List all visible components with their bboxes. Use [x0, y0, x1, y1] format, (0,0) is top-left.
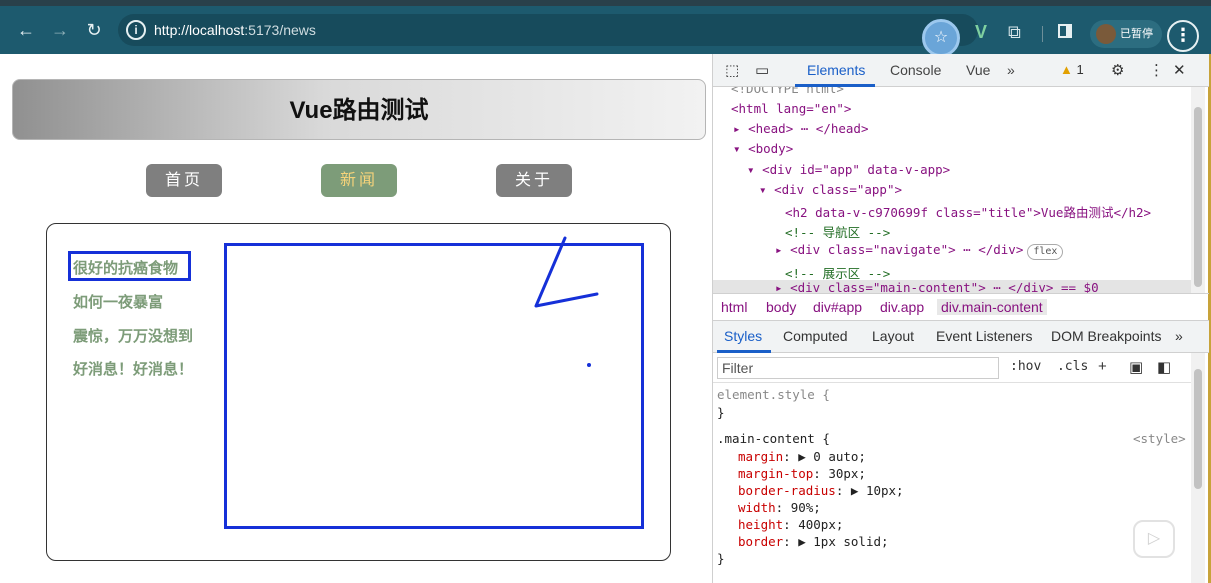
- computed-sidebar-icon[interactable]: ◧: [1157, 358, 1171, 376]
- style-prop-width[interactable]: width: 90%;: [738, 500, 821, 515]
- tab-event-listeners[interactable]: Event Listeners: [936, 328, 1033, 344]
- more-subtabs-button[interactable]: »: [1175, 328, 1183, 344]
- back-icon[interactable]: ←: [14, 18, 38, 42]
- dom-comment-nav[interactable]: <!-- 导航区 -->: [785, 222, 890, 241]
- new-style-rule-icon[interactable]: +: [1098, 358, 1107, 375]
- toolbar-divider: [1042, 26, 1043, 42]
- main-content-close: }: [717, 551, 725, 566]
- dom-node-div-app-root[interactable]: ▾ <div id="app" data-v-app>: [747, 162, 950, 177]
- annotation-arrow: [534, 236, 599, 367]
- tab-console[interactable]: Console: [890, 62, 941, 78]
- crumb-div-app-class[interactable]: div.app: [880, 299, 924, 315]
- forward-icon[interactable]: →: [48, 18, 72, 42]
- style-prop-border-radius[interactable]: border-radius: ▶ 10px;: [738, 483, 904, 498]
- settings-gear-icon[interactable]: ⚙: [1111, 61, 1124, 79]
- style-prop-border[interactable]: border: ▶ 1px solid;: [738, 534, 889, 549]
- page-viewport: Vue路由测试 首页 新闻 关于 很好的抗癌食物 如何一夜暴富 震惊，万万没想到…: [0, 54, 712, 583]
- dom-node-div-app[interactable]: ▾ <div class="app">: [759, 182, 902, 197]
- devtools-panel: ⬚ ▭ Elements Console Vue » ▲ 1 ⚙ ⋮ ✕ <!D…: [712, 54, 1211, 583]
- tab-styles[interactable]: Styles: [724, 328, 762, 344]
- bookmark-star-icon[interactable]: ☆: [922, 19, 960, 57]
- play-overlay-icon[interactable]: ▷: [1133, 520, 1175, 558]
- tab-dom-breakpoints[interactable]: DOM Breakpoints: [1051, 328, 1161, 344]
- devtools-tab-bar: ⬚ ▭ Elements Console Vue » ▲ 1 ⚙ ⋮ ✕: [713, 54, 1209, 87]
- dom-node-main-content[interactable]: ▸ <div class="main-content"> ⋯ </div> ==…: [775, 280, 1099, 293]
- reload-icon[interactable]: ↻: [82, 18, 106, 42]
- crumb-div-app-id[interactable]: div#app: [813, 299, 862, 315]
- arrow-stroke: [534, 236, 599, 308]
- styles-scroll-thumb[interactable]: [1194, 369, 1202, 489]
- dom-tree-scroll-thumb[interactable]: [1194, 107, 1202, 287]
- inspect-element-icon[interactable]: ⬚: [725, 61, 739, 79]
- url-text[interactable]: http://localhost:5173/news: [154, 22, 316, 38]
- device-toolbar-icon[interactable]: ▭: [755, 61, 769, 79]
- side-panel-icon[interactable]: [1058, 24, 1072, 38]
- close-devtools-icon[interactable]: ✕: [1173, 61, 1186, 79]
- crumb-html[interactable]: html: [721, 299, 747, 315]
- crumb-body[interactable]: body: [766, 299, 796, 315]
- style-prop-height[interactable]: height: 400px;: [738, 517, 843, 532]
- dom-node-body[interactable]: ▾ <body>: [733, 141, 793, 156]
- element-style-close: }: [717, 405, 725, 420]
- dom-node-navigate[interactable]: ▸ <div class="navigate"> ⋯ </div> flex: [775, 242, 1064, 260]
- browser-toolbar: ← → ↻ i http://localhost:5173/news ☆ V ⧉…: [0, 0, 1211, 57]
- styles-tab-bar: Styles Computed Layout Event Listeners D…: [713, 321, 1209, 353]
- dom-node-head[interactable]: ▸ <head> ⋯ </head>: [733, 121, 868, 136]
- tab-layout[interactable]: Layout: [872, 328, 914, 344]
- site-info-icon[interactable]: i: [126, 20, 146, 40]
- vue-devtools-extension-icon[interactable]: V: [975, 22, 987, 42]
- address-bar[interactable]: i http://localhost:5173/news: [118, 14, 978, 46]
- devtools-menu-icon[interactable]: ⋮: [1149, 61, 1164, 79]
- dom-node-doctype[interactable]: <!DOCTYPE html>: [731, 87, 844, 96]
- style-source-link[interactable]: <style>: [1133, 431, 1186, 446]
- warnings-counter[interactable]: ▲ 1: [1060, 62, 1084, 77]
- warning-icon: ▲: [1060, 62, 1073, 77]
- browser-menu-icon[interactable]: ⋮: [1167, 20, 1199, 52]
- crumb-main-content[interactable]: div.main-content: [937, 299, 1047, 315]
- filter-toggles[interactable]: :hov .cls: [1010, 359, 1088, 374]
- style-prop-margin[interactable]: margin: ▶ 0 auto;: [738, 449, 866, 464]
- paint-bucket-icon[interactable]: ▣: [1129, 358, 1143, 376]
- tab-elements[interactable]: Elements: [807, 62, 865, 78]
- styles-filter-input[interactable]: Filter: [717, 357, 999, 379]
- extensions-puzzle-icon[interactable]: ⧉: [1008, 22, 1021, 42]
- style-prop-margin-top[interactable]: margin-top: 30px;: [738, 466, 866, 481]
- flex-badge[interactable]: flex: [1027, 244, 1064, 260]
- breadcrumb: html body div#app div.app div.main-conte…: [713, 293, 1209, 321]
- paused-label: 已暂停: [1120, 28, 1153, 40]
- profile-paused-button[interactable]: 已暂停: [1090, 20, 1162, 48]
- dom-tree: <!DOCTYPE html> <html lang="en"> ▸ <head…: [713, 87, 1191, 293]
- tab-computed[interactable]: Computed: [783, 328, 848, 344]
- annotation-dot: [587, 363, 591, 367]
- more-tabs-button[interactable]: »: [1007, 62, 1015, 78]
- tab-vue[interactable]: Vue: [966, 62, 990, 78]
- styles-filter-row: Filter :hov .cls + ▣ ◧: [713, 353, 1191, 383]
- avatar: [1096, 24, 1116, 44]
- main-content-selector[interactable]: .main-content {: [717, 431, 830, 446]
- dom-node-h2-title[interactable]: <h2 data-v-c970699f class="title">Vue路由测…: [785, 202, 1151, 221]
- element-style-selector[interactable]: element.style {: [717, 387, 830, 402]
- dom-node-html[interactable]: <html lang="en">: [731, 101, 851, 116]
